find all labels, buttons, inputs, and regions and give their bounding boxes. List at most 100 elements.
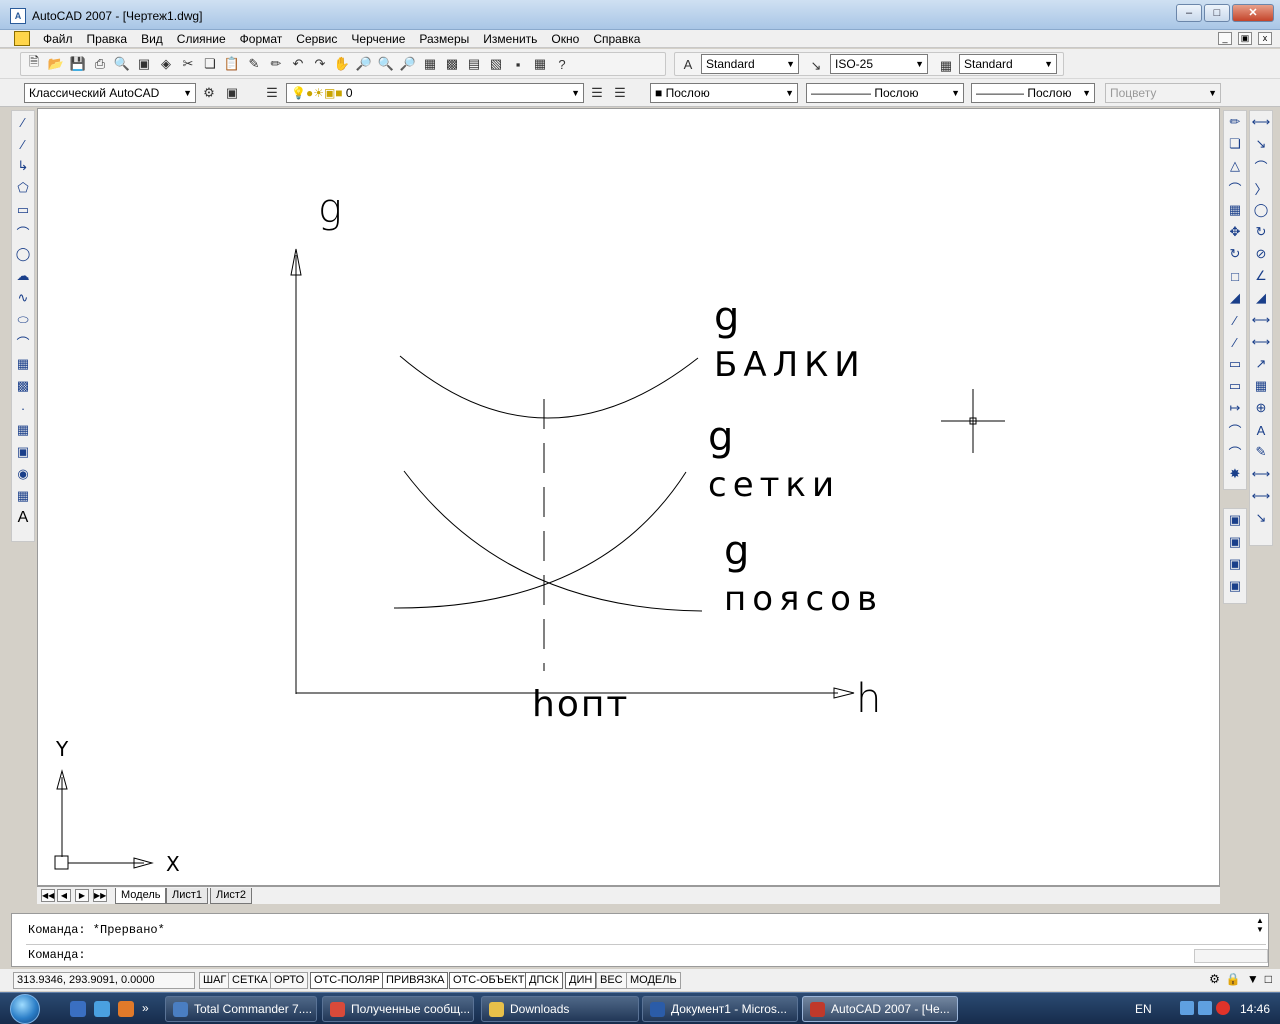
block-editor-icon[interactable]: ✏ [266, 54, 286, 74]
dim-edit-icon[interactable]: A [1250, 419, 1272, 441]
make-block-icon[interactable]: ▩ [12, 375, 34, 397]
linetype-combo[interactable]: ————— Послою ▼ [806, 83, 964, 103]
menu-file[interactable]: Файл [36, 31, 80, 47]
make-layer-current-icon[interactable]: ☰ [587, 83, 607, 103]
ie-icon[interactable] [94, 1001, 110, 1017]
aligned-dim-icon[interactable]: ↘ [1250, 133, 1272, 155]
clean-screen-icon[interactable]: □ [1265, 972, 1272, 986]
bring-front-icon[interactable]: ▣ [1224, 509, 1246, 531]
ellipse-arc-icon[interactable]: ⌒ [12, 331, 34, 353]
new-icon[interactable]: 🗎 [24, 54, 44, 74]
quicklaunch-more-icon[interactable]: » [142, 1001, 154, 1017]
markup-icon[interactable]: ▪ [508, 54, 528, 74]
trim-icon[interactable]: ∕ [1224, 309, 1246, 331]
offset-icon[interactable]: ⌒ [1224, 177, 1246, 199]
layer-combo[interactable]: 💡●☀▣■ 0 ▼ [286, 83, 584, 103]
dim-style-icon[interactable]: ↘ [806, 56, 826, 76]
zoom-previous-icon[interactable]: 🔎 [398, 54, 418, 74]
color-combo[interactable]: ■ Послою ▼ [650, 83, 798, 103]
display-icon[interactable] [1198, 1001, 1212, 1015]
center-mark-icon[interactable]: ⊕ [1250, 397, 1272, 419]
language-indicator[interactable]: EN [1135, 1002, 1152, 1016]
cut-icon[interactable]: ✂ [178, 54, 198, 74]
table-icon[interactable]: ▦ [12, 485, 34, 507]
otrack-button[interactable]: ОТС-ОБЪЕКТ [449, 972, 529, 989]
status-menu-icon[interactable]: ▼ [1247, 972, 1259, 986]
break-icon[interactable]: ▭ [1224, 375, 1246, 397]
workspace-save-icon[interactable]: ▣ [222, 83, 242, 103]
dim-text-edit-icon[interactable]: ✎ [1250, 441, 1272, 463]
break-at-point-icon[interactable]: ▭ [1224, 353, 1246, 375]
menu-format[interactable]: Формат [233, 31, 290, 47]
document-icon[interactable] [14, 31, 30, 46]
menu-help[interactable]: Справка [586, 31, 647, 47]
print-preview-icon[interactable]: 🔍 [112, 54, 132, 74]
table-style-icon[interactable]: ▦ [936, 56, 956, 76]
command-scrollbar[interactable]: ▲ ▼ [1254, 916, 1266, 942]
network-icon[interactable] [1180, 1001, 1194, 1015]
dyn-button[interactable]: ДИН [565, 972, 597, 989]
jogged-dim-icon[interactable]: ↻ [1250, 221, 1272, 243]
design-center-icon[interactable]: ▩ [442, 54, 462, 74]
arc-length-icon[interactable]: ⌒ [1250, 155, 1272, 177]
zoom-realtime-icon[interactable]: 🔎 [354, 54, 374, 74]
menu-draw[interactable]: Черчение [344, 31, 412, 47]
baseline-dim-icon[interactable]: ⟷ [1250, 309, 1272, 331]
hatch-icon[interactable]: ▦ [12, 419, 34, 441]
gradient-icon[interactable]: ▣ [12, 441, 34, 463]
copy-icon[interactable]: ❏ [200, 54, 220, 74]
workspace-combo[interactable]: Классический AutoCAD ▼ [24, 83, 196, 103]
menu-dimension[interactable]: Размеры [412, 31, 476, 47]
prev-tab-button[interactable]: ◀ [57, 889, 71, 902]
grid-button[interactable]: СЕТКА [228, 972, 272, 989]
start-button[interactable] [10, 994, 40, 1024]
pan-icon[interactable]: ✋ [332, 54, 352, 74]
dim-update-icon[interactable]: ⟷ [1250, 463, 1272, 485]
lock-icon[interactable]: 🔒 [1226, 972, 1241, 986]
table-style-combo[interactable]: Standard ▼ [959, 54, 1057, 74]
continue-dim-icon[interactable]: ⟷ [1250, 331, 1272, 353]
plot-icon[interactable]: ◈ [156, 54, 176, 74]
doc-close-button[interactable]: x [1258, 32, 1272, 45]
paste-icon[interactable]: 📋 [222, 54, 242, 74]
tolerance-icon[interactable]: ▦ [1250, 375, 1272, 397]
close-button[interactable]: ✕ [1232, 4, 1274, 22]
help-icon[interactable]: ? [552, 54, 572, 74]
calculator-icon[interactable]: ▦ [530, 54, 550, 74]
coordinates-display[interactable]: 313.9346, 293.9091, 0.0000 [13, 972, 195, 989]
polar-button[interactable]: ОТС-ПОЛЯР [310, 972, 384, 989]
ducs-button[interactable]: ДПСК [525, 972, 563, 989]
revision-cloud-icon[interactable]: ☁ [12, 265, 34, 287]
insert-block-icon[interactable]: ▦ [12, 353, 34, 375]
arc-icon[interactable]: ⌒ [12, 221, 34, 243]
task-downloads[interactable]: Downloads [481, 996, 639, 1022]
task-autocad[interactable]: AutoCAD 2007 - [Че... [802, 996, 958, 1022]
osnap-button[interactable]: ПРИВЯЗКА [382, 972, 449, 989]
extend-icon[interactable]: ∕ [1224, 331, 1246, 353]
stretch-icon[interactable]: ◢ [1224, 287, 1246, 309]
menu-tools[interactable]: Сервис [289, 31, 344, 47]
bring-above-icon[interactable]: ▣ [1224, 553, 1246, 575]
task-total-commander[interactable]: Total Commander 7.... [165, 996, 317, 1022]
task-word[interactable]: Документ1 - Micros... [642, 996, 798, 1022]
ordinate-dim-icon[interactable]: 〉 [1250, 177, 1272, 199]
polyline-icon[interactable]: ↳ [12, 155, 34, 177]
point-icon[interactable]: · [12, 397, 34, 419]
first-tab-button[interactable]: ◀◀ [41, 889, 55, 902]
layer-manager-icon[interactable]: ☰ [262, 83, 282, 103]
zoom-window-icon[interactable]: 🔍 [376, 54, 396, 74]
send-back-icon[interactable]: ▣ [1224, 531, 1246, 553]
tab-layout1[interactable]: Лист1 [166, 888, 209, 904]
menu-edit[interactable]: Правка [80, 31, 135, 47]
array-icon[interactable]: ▦ [1224, 199, 1246, 221]
rectangle-icon[interactable]: ▭ [12, 199, 34, 221]
send-under-icon[interactable]: ▣ [1224, 575, 1246, 597]
dim-override-icon[interactable]: ↘ [1250, 507, 1272, 529]
workspace-settings-icon[interactable]: ⚙ [199, 83, 219, 103]
explode-icon[interactable]: ✸ [1224, 463, 1246, 485]
angular-dim-icon[interactable]: ∠ [1250, 265, 1272, 287]
command-prompt[interactable]: Команда: [28, 948, 86, 962]
fillet-icon[interactable]: ⌒ [1224, 441, 1246, 463]
dim-style-combo[interactable]: ISO-25 ▼ [830, 54, 928, 74]
diameter-dim-icon[interactable]: ⊘ [1250, 243, 1272, 265]
